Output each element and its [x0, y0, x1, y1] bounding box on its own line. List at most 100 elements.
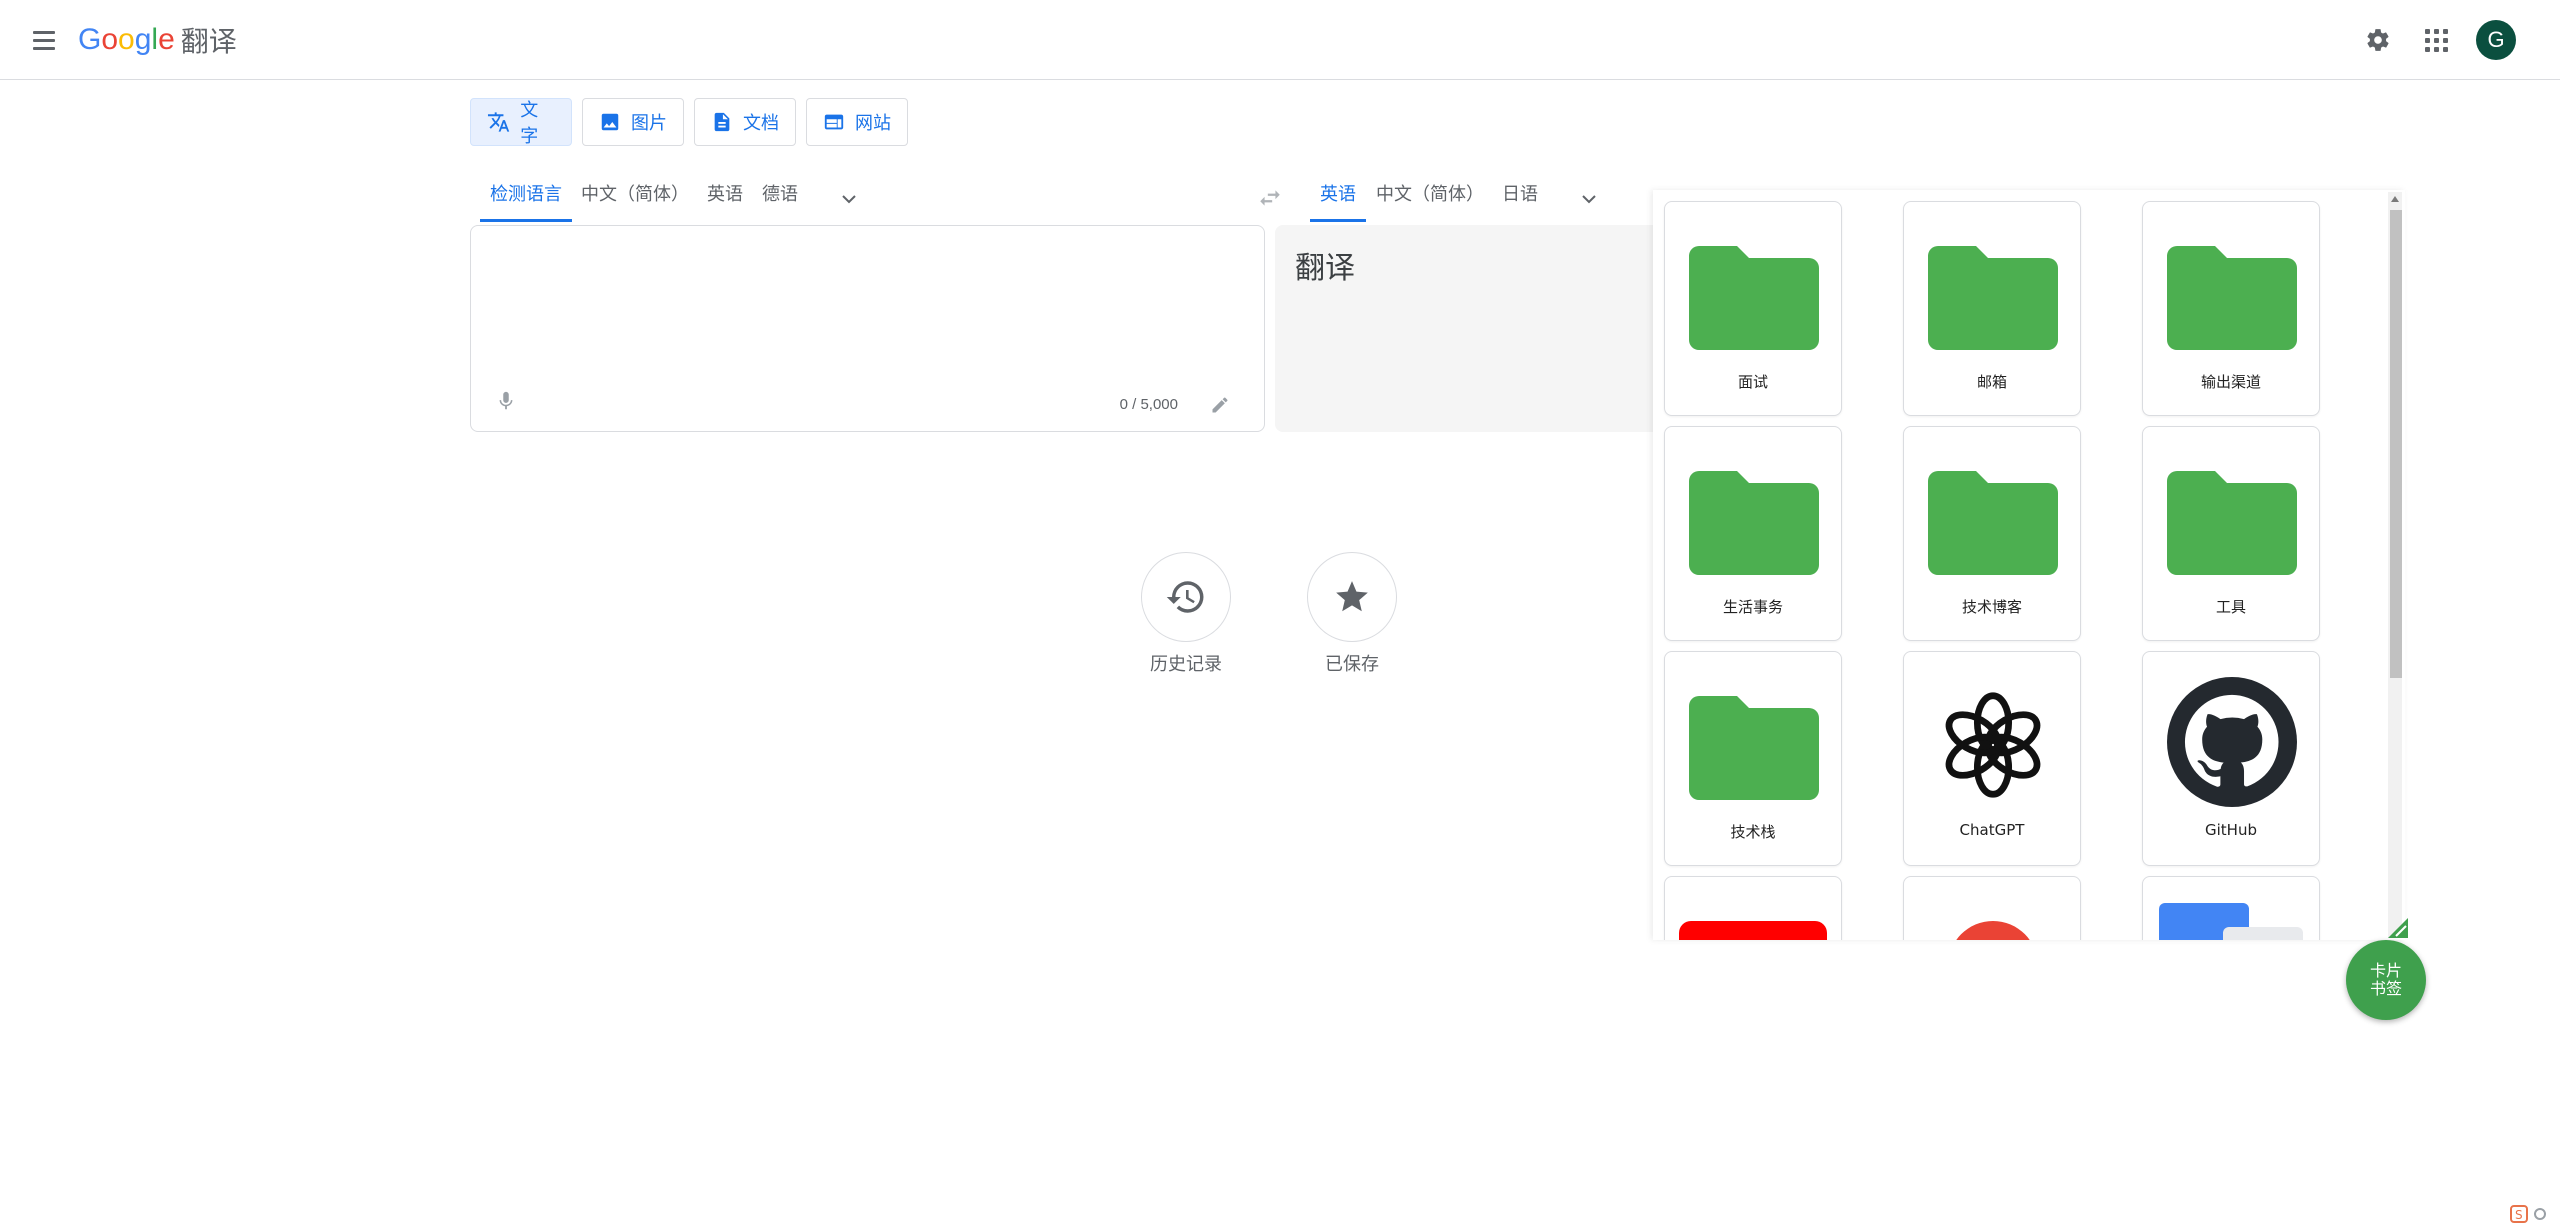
- bookmark-chatgpt-card[interactable]: ChatGPT: [1903, 651, 2081, 866]
- history-label: 历史记录: [1150, 654, 1222, 675]
- logo-letter: g: [134, 23, 152, 56]
- swap-languages-button[interactable]: [1250, 178, 1290, 218]
- bookmark-scroll-thumb[interactable]: [2390, 210, 2402, 678]
- handwriting-button[interactable]: [1206, 391, 1234, 419]
- google-apps-button[interactable]: [2416, 20, 2456, 60]
- source-lang-german[interactable]: 德语: [752, 178, 808, 222]
- logo-letter: o: [101, 23, 119, 56]
- logo-letter: o: [118, 23, 135, 56]
- bookmark-label: 生活事务: [1722, 598, 1783, 616]
- bookmark-folder-card[interactable]: 技术栈: [1664, 651, 1842, 866]
- resize-corner-icon[interactable]: [2388, 918, 2408, 938]
- mode-document-label: 文档: [743, 113, 779, 134]
- folder-icon: [1928, 230, 2058, 360]
- bookmark-label: GitHub: [2205, 821, 2257, 839]
- bookmark-label: ChatGPT: [1959, 821, 2025, 839]
- translation-output-panel: 翻译: [1275, 225, 1715, 432]
- website-icon: [824, 114, 844, 130]
- bookmark-folder-card[interactable]: 技术博客: [1903, 426, 2081, 641]
- triangle-up-icon: [2391, 196, 2399, 202]
- settings-button[interactable]: [2358, 20, 2398, 60]
- bookmark-label: 技术栈: [1730, 823, 1776, 841]
- mode-website-button[interactable]: 网站: [806, 98, 908, 146]
- github-icon: [2167, 677, 2297, 810]
- voice-input-button[interactable]: [491, 386, 521, 416]
- target-lang-more-button[interactable]: [1572, 182, 1606, 216]
- source-lang-detect[interactable]: 检测语言: [480, 178, 572, 222]
- history-button[interactable]: [1141, 552, 1231, 642]
- main-menu-button[interactable]: [24, 20, 64, 60]
- hamburger-line: [33, 46, 55, 50]
- target-lang-chinese[interactable]: 中文（简体）: [1366, 178, 1494, 222]
- bookmark-label: 输出渠道: [2200, 373, 2261, 391]
- source-lang-more-button[interactable]: [832, 182, 866, 216]
- gear-icon: [2367, 29, 2389, 51]
- document-icon: [714, 112, 730, 132]
- fab-label-line1: 卡片: [2369, 961, 2402, 980]
- google-translate-logo[interactable]: G o o g l e 翻译: [78, 18, 237, 62]
- bookmark-card-partial[interactable]: [1664, 876, 1842, 940]
- folder-icon: [1689, 680, 1819, 810]
- folder-icon: [1689, 455, 1819, 585]
- pencil-icon: [1212, 397, 1228, 413]
- youtube-icon: [1679, 921, 1827, 940]
- mode-website-label: 网站: [855, 113, 891, 134]
- apps-dot: [2433, 37, 2439, 43]
- apps-dot: [2424, 46, 2430, 52]
- bookmark-card-partial[interactable]: [1903, 876, 2081, 940]
- folder-icon: [2167, 455, 2297, 585]
- openai-icon: [1928, 680, 2058, 810]
- account-avatar[interactable]: G: [2476, 20, 2516, 60]
- saved-label: 已保存: [1325, 654, 1379, 675]
- image-icon: [601, 113, 619, 131]
- chevron-down-icon: [842, 195, 856, 204]
- folder-icon: [2167, 230, 2297, 360]
- bookmark-folder-card[interactable]: 输出渠道: [2142, 201, 2320, 416]
- saved-button[interactable]: [1307, 552, 1397, 642]
- logo-letter: l: [151, 23, 159, 56]
- mode-text-button[interactable]: 文字: [470, 98, 572, 147]
- apps-dot: [2424, 28, 2430, 34]
- bookmark-github-card[interactable]: GitHub: [2142, 651, 2320, 866]
- settings-small-icon[interactable]: [2532, 1206, 2548, 1222]
- apps-dot: [2442, 37, 2448, 43]
- bookmark-folder-card[interactable]: 工具: [2142, 426, 2320, 641]
- red-circle-icon: [1948, 921, 2038, 940]
- source-text-input[interactable]: [487, 242, 1247, 372]
- bookmark-label: 邮箱: [1976, 373, 2007, 391]
- bookmark-folder-card[interactable]: 面试: [1664, 201, 1842, 416]
- chevron-down-icon: [1582, 195, 1596, 204]
- mode-image-button[interactable]: 图片: [582, 98, 684, 146]
- source-lang-english[interactable]: 英语: [697, 178, 753, 222]
- scroll-up-arrow[interactable]: [2388, 192, 2402, 206]
- bookmark-card-partial[interactable]: [2142, 876, 2320, 940]
- apps-dot: [2442, 46, 2448, 52]
- bookmark-label: 面试: [1737, 373, 1768, 391]
- microphone-icon: [499, 391, 513, 410]
- target-lang-english[interactable]: 英语: [1310, 178, 1366, 222]
- top-app-bar: G o o g l e 翻译 G: [0, 0, 2560, 80]
- fab-label-line2: 书签: [2369, 979, 2402, 998]
- folder-icon: [1928, 455, 2058, 585]
- mode-image-label: 图片: [631, 113, 667, 134]
- bookmark-folder-card[interactable]: 邮箱: [1903, 201, 2081, 416]
- mode-text-label: 文字: [520, 100, 539, 147]
- apps-dot: [2424, 37, 2430, 43]
- apps-dot: [2442, 28, 2448, 34]
- logo-letter: G: [78, 23, 102, 56]
- target-lang-japanese[interactable]: 日语: [1492, 178, 1548, 222]
- browser-corner-tray: S: [2510, 1202, 2560, 1226]
- card-bookmark-panel: 面试 邮箱 输出渠道 生活事务 技术博客 工具 技术栈 ChatGPT GitH…: [1653, 190, 2405, 940]
- extension-s-icon[interactable]: S: [2510, 1205, 2528, 1223]
- card-bookmark-toggle-button[interactable]: 卡片 书签: [2346, 940, 2426, 1020]
- source-text-panel: 0 / 5,000: [470, 225, 1265, 432]
- source-lang-chinese[interactable]: 中文（简体）: [571, 178, 699, 222]
- bookmark-folder-card[interactable]: 生活事务: [1664, 426, 1842, 641]
- hamburger-line: [33, 30, 55, 34]
- translate-icon: [487, 112, 510, 132]
- svg-text:S: S: [2515, 1208, 2523, 1222]
- hamburger-line: [33, 38, 55, 42]
- bookmark-label: 工具: [2215, 598, 2246, 616]
- folder-icon: [1689, 230, 1819, 360]
- mode-document-button[interactable]: 文档: [694, 98, 796, 146]
